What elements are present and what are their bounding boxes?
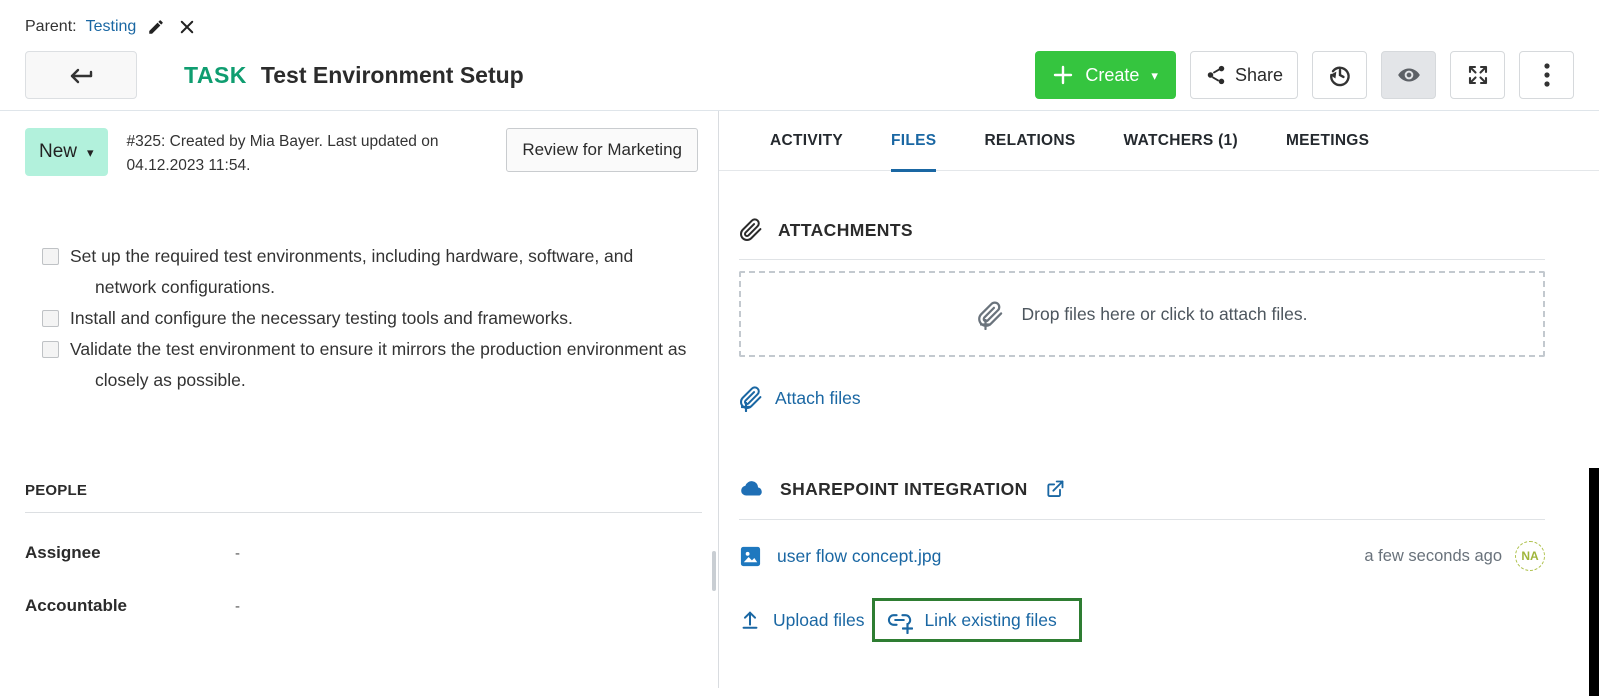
tab-relations[interactable]: RELATIONS bbox=[984, 132, 1075, 170]
screen-artifact-bar bbox=[1589, 468, 1599, 696]
cloud-icon bbox=[739, 476, 765, 502]
tab-files[interactable]: FILES bbox=[891, 132, 936, 170]
files-tab-body: ATTACHMENTS Drop files here or click to … bbox=[719, 218, 1599, 642]
share-nodes-icon bbox=[1205, 64, 1227, 86]
checklist-item: Validate the test environment to ensure … bbox=[42, 334, 693, 396]
attach-files-link[interactable]: Attach files bbox=[739, 386, 861, 410]
status-value: New bbox=[39, 141, 77, 163]
details-panel: New ▾ #325: Created by Mia Bayer. Last u… bbox=[0, 111, 719, 688]
file-timestamp: a few seconds ago bbox=[1364, 547, 1502, 566]
parent-link[interactable]: Testing bbox=[86, 18, 137, 36]
fullscreen-button[interactable] bbox=[1450, 51, 1505, 99]
chevron-down-icon: ▾ bbox=[1151, 69, 1158, 82]
scrollbar-thumb[interactable] bbox=[712, 551, 716, 591]
paperclip-icon bbox=[739, 218, 763, 242]
checklist-item-label: Validate the test environment to ensure … bbox=[70, 334, 693, 396]
kebab-menu-icon bbox=[1543, 62, 1551, 88]
file-meta: a few seconds ago NA bbox=[1364, 541, 1545, 571]
link-plus-icon bbox=[887, 609, 912, 631]
link-existing-files-highlight: Link existing files bbox=[872, 598, 1081, 642]
attachments-title: ATTACHMENTS bbox=[778, 220, 913, 241]
share-button-label: Share bbox=[1235, 65, 1283, 86]
upload-files-link[interactable]: Upload files bbox=[739, 608, 864, 632]
file-link[interactable]: user flow concept.jpg bbox=[739, 545, 941, 568]
assignee-label: Assignee bbox=[25, 543, 235, 563]
create-button-label: Create bbox=[1085, 65, 1139, 86]
history-clock-icon bbox=[1327, 62, 1353, 88]
accountable-value[interactable]: - bbox=[235, 598, 240, 615]
plus-icon bbox=[1053, 65, 1073, 85]
detail-tabs: ACTIVITY FILES RELATIONS WATCHERS (1) ME… bbox=[719, 132, 1599, 171]
parent-label: Parent: bbox=[25, 18, 77, 36]
files-panel: ACTIVITY FILES RELATIONS WATCHERS (1) ME… bbox=[719, 111, 1599, 688]
paperclip-plus-icon bbox=[739, 386, 763, 410]
attachments-divider bbox=[739, 259, 1545, 260]
create-button[interactable]: Create ▾ bbox=[1035, 51, 1176, 99]
edit-pencil-icon[interactable] bbox=[145, 16, 167, 38]
parent-bar: Parent: Testing bbox=[0, 0, 1599, 38]
tab-watchers[interactable]: WATCHERS (1) bbox=[1124, 132, 1238, 170]
checkbox-unchecked[interactable] bbox=[42, 310, 59, 327]
external-link-icon[interactable] bbox=[1045, 479, 1065, 499]
tab-meetings[interactable]: MEETINGS bbox=[1286, 132, 1369, 170]
checklist-item: Install and configure the necessary test… bbox=[42, 303, 693, 334]
image-file-icon bbox=[739, 545, 762, 568]
avatar[interactable]: NA bbox=[1515, 541, 1545, 571]
title-wrap: TASK Test Environment Setup bbox=[184, 62, 524, 89]
file-dropzone[interactable]: Drop files here or click to attach files… bbox=[739, 271, 1545, 357]
eye-icon bbox=[1396, 62, 1422, 88]
close-icon[interactable] bbox=[176, 16, 198, 38]
work-package-header: TASK Test Environment Setup Create ▾ Sha… bbox=[0, 38, 1599, 100]
sharepoint-file-row: user flow concept.jpg a few seconds ago … bbox=[739, 541, 1545, 571]
people-section: PEOPLE Assignee - Accountable - bbox=[25, 482, 702, 616]
link-existing-files-link[interactable]: Link existing files bbox=[887, 609, 1056, 631]
more-menu-button[interactable] bbox=[1519, 51, 1574, 99]
people-divider bbox=[25, 512, 702, 513]
paperclip-plus-icon bbox=[977, 301, 1004, 328]
storage-actions-row: Upload files Link existing files bbox=[739, 598, 1545, 642]
checklist-item-label: Set up the required test environments, i… bbox=[70, 241, 693, 303]
status-row: New ▾ #325: Created by Mia Bayer. Last u… bbox=[25, 128, 698, 178]
status-dropdown[interactable]: New ▾ bbox=[25, 128, 108, 176]
back-button[interactable] bbox=[25, 51, 137, 99]
sharepoint-title: SHAREPOINT INTEGRATION bbox=[780, 479, 1028, 500]
work-package-view: Parent: Testing TASK Test Environment Se… bbox=[0, 0, 1599, 696]
upload-icon bbox=[739, 608, 761, 632]
share-button[interactable]: Share bbox=[1190, 51, 1298, 99]
attach-files-label: Attach files bbox=[775, 388, 861, 409]
checkbox-unchecked[interactable] bbox=[42, 341, 59, 358]
status-info-text: #325: Created by Mia Bayer. Last updated… bbox=[127, 128, 472, 178]
expand-arrows-icon bbox=[1466, 63, 1490, 87]
checklist-item: Set up the required test environments, i… bbox=[42, 241, 693, 303]
accountable-label: Accountable bbox=[25, 596, 235, 616]
description-checklist: Set up the required test environments, i… bbox=[42, 241, 693, 396]
history-button[interactable] bbox=[1312, 51, 1367, 99]
workflow-transition-button[interactable]: Review for Marketing bbox=[506, 128, 698, 172]
back-arrow-icon bbox=[68, 65, 94, 85]
tab-activity[interactable]: ACTIVITY bbox=[770, 132, 843, 170]
chevron-down-icon: ▾ bbox=[87, 146, 94, 159]
sharepoint-header: SHAREPOINT INTEGRATION bbox=[739, 476, 1545, 502]
sharepoint-divider bbox=[739, 519, 1545, 520]
checkbox-unchecked[interactable] bbox=[42, 248, 59, 265]
checklist-item-label: Install and configure the necessary test… bbox=[70, 303, 573, 334]
header-actions: Create ▾ Share bbox=[1035, 51, 1574, 99]
link-existing-files-label: Link existing files bbox=[924, 610, 1056, 631]
upload-files-label: Upload files bbox=[773, 610, 864, 631]
file-name: user flow concept.jpg bbox=[777, 546, 941, 567]
people-section-title: PEOPLE bbox=[25, 482, 702, 499]
content-split: New ▾ #325: Created by Mia Bayer. Last u… bbox=[0, 111, 1599, 688]
page-title[interactable]: Test Environment Setup bbox=[261, 62, 524, 89]
dropzone-text: Drop files here or click to attach files… bbox=[1022, 304, 1308, 325]
watch-button[interactable] bbox=[1381, 51, 1436, 99]
assignee-row: Assignee - bbox=[25, 543, 702, 563]
assignee-value[interactable]: - bbox=[235, 545, 240, 562]
work-package-type[interactable]: TASK bbox=[184, 62, 247, 89]
attachments-header: ATTACHMENTS bbox=[739, 218, 1545, 242]
accountable-row: Accountable - bbox=[25, 596, 702, 616]
